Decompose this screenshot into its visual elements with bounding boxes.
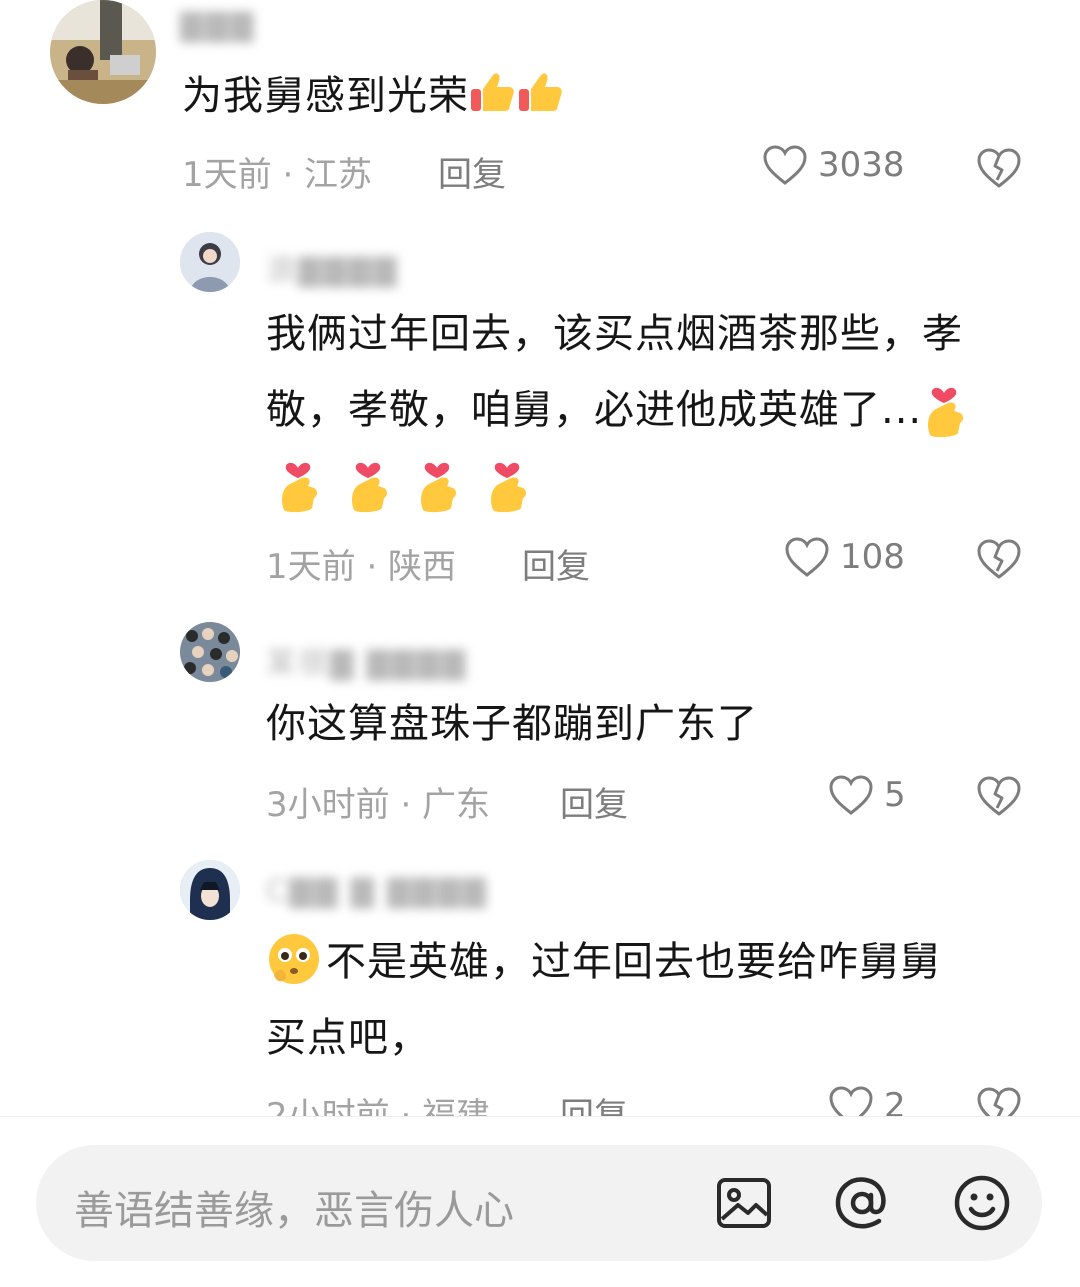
avatar[interactable]: [180, 860, 240, 920]
like-count: 3038: [818, 145, 905, 185]
comment-text-content: 不是英雄，过年回去也要给咋舅舅: [326, 939, 941, 985]
dislike-button[interactable]: [975, 146, 1023, 190]
comment-text-content: 为我舅感到光荣: [182, 73, 469, 119]
comment-text: 你这算盘珠子都蹦到广东了: [266, 701, 758, 747]
time-location: 2小时前 · 福建: [266, 1096, 491, 1116]
at-icon[interactable]: [832, 1173, 892, 1233]
comment-text: 不是英雄，过年回去也要给咋舅舅 买点吧，: [266, 924, 1046, 1076]
avatar[interactable]: [50, 0, 156, 104]
heart-icon: [762, 144, 808, 186]
comment-input[interactable]: 善语结善缘，恶言伤人心: [36, 1145, 1042, 1261]
broken-heart-icon: [977, 539, 1021, 579]
finger-heart-icon: [922, 381, 966, 437]
username[interactable]: 浪▇▇▇▇: [266, 245, 398, 289]
like-count: 108: [840, 537, 905, 577]
broken-heart-icon: [977, 1087, 1021, 1116]
finger-heart-icon: [485, 455, 529, 513]
dislike-button[interactable]: [975, 1085, 1023, 1116]
comment-text: 为我舅感到光荣: [182, 58, 569, 134]
reply-button[interactable]: 回复: [560, 1088, 628, 1116]
reply-button[interactable]: 回复: [560, 777, 628, 826]
comment-text-line: 我俩过年回去，该买点烟酒茶那些，孝: [266, 311, 963, 357]
finger-heart-icon: [276, 455, 320, 513]
avatar[interactable]: [180, 622, 240, 682]
thumbs-up-icon: [469, 69, 515, 115]
comment-text-line: 敬，孝敬，咱舅，必进他成英雄了...: [266, 372, 1046, 448]
finger-heart-icon: [346, 455, 390, 513]
reply-button[interactable]: 回复: [522, 539, 590, 588]
like-count: 5: [884, 775, 906, 815]
comment-text-content: 敬，孝敬，咱舅，必进他成英雄了...: [266, 387, 923, 433]
heart-icon: [828, 1085, 874, 1116]
pleading-face-icon: [266, 931, 322, 987]
comment-text-line: 买点吧，: [266, 1015, 430, 1061]
username[interactable]: ▇▇▇: [180, 8, 255, 43]
like-button[interactable]: 5: [828, 774, 906, 816]
avatar[interactable]: [180, 232, 240, 292]
dislike-button[interactable]: [975, 537, 1023, 581]
image-icon[interactable]: [714, 1173, 774, 1233]
like-button[interactable]: 2: [828, 1085, 906, 1116]
like-button[interactable]: 3038: [762, 144, 905, 186]
time-location: 1天前 · 陕西: [266, 547, 457, 587]
comment-text: 我俩过年回去，该买点烟酒茶那些，孝 敬，孝敬，咱舅，必进他成英雄了...: [266, 296, 1046, 524]
heart-icon: [784, 536, 830, 578]
reply-button[interactable]: 回复: [438, 147, 506, 196]
thumbs-up-icon: [517, 69, 563, 115]
comment-input-bar: 善语结善缘，恶言伤人心: [0, 1116, 1080, 1287]
time-location: 3小时前 · 广东: [266, 785, 491, 825]
finger-heart-icon: [415, 455, 459, 513]
comment-text-line: 不是英雄，过年回去也要给咋舅舅: [266, 924, 1046, 1000]
like-count: 2: [884, 1086, 906, 1116]
heart-icon: [828, 774, 874, 816]
emoji-icon[interactable]: [952, 1173, 1012, 1233]
time-location: 1天前 · 江苏: [182, 155, 373, 195]
username[interactable]: C▇▇ ▇ ▇▇▇▇: [266, 874, 488, 909]
comment-thread: ▇▇▇ 为我舅感到光荣 1天前 · 江苏 回复 3038 浪▇▇▇▇ 我俩过年回…: [0, 0, 1080, 1116]
dislike-button[interactable]: [975, 774, 1023, 818]
broken-heart-icon: [977, 776, 1021, 816]
emoji-row: [266, 448, 1046, 524]
username[interactable]: 某很▇ ▇▇▇▇: [266, 638, 467, 682]
broken-heart-icon: [977, 148, 1021, 188]
like-button[interactable]: 108: [784, 536, 905, 578]
input-placeholder: 善语结善缘，恶言伤人心: [74, 1188, 514, 1234]
